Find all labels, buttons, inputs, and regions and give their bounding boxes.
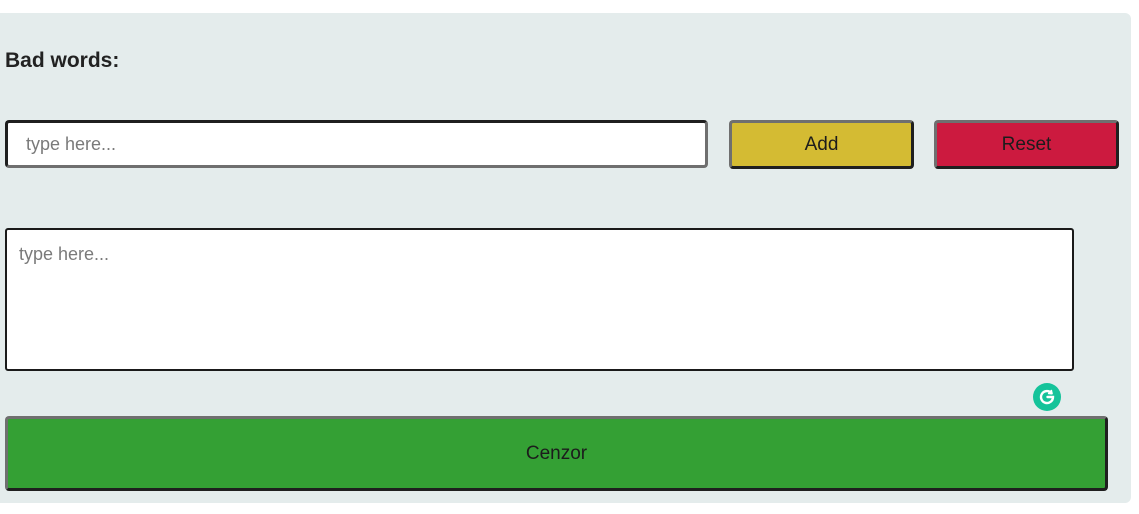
bad-words-heading: Bad words: <box>5 49 120 72</box>
add-button[interactable]: Add <box>729 120 914 169</box>
cenzor-button[interactable]: Cenzor <box>5 416 1108 491</box>
grammarly-g-glyph <box>1039 389 1055 405</box>
grammarly-g-icon[interactable] <box>1033 383 1061 411</box>
bad-word-input[interactable] <box>5 120 708 168</box>
text-to-censor-input[interactable] <box>5 228 1074 371</box>
reset-button[interactable]: Reset <box>934 120 1119 169</box>
